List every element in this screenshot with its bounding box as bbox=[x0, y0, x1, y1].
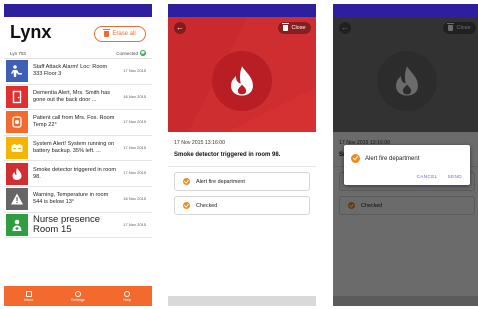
nurse-presence-icon bbox=[6, 213, 28, 236]
trash-icon bbox=[103, 29, 111, 37]
confirm-dialog: Alert fire department CANCEL SEND bbox=[344, 145, 470, 185]
alert-text: Patient call from Mrs. Fox. Room Temp 22… bbox=[33, 115, 115, 129]
erase-all-button[interactable]: Erase all bbox=[94, 26, 146, 42]
action-label: Alert fire department bbox=[196, 178, 245, 185]
alert-text: Nurse presence Room 15 bbox=[33, 215, 101, 235]
alert-message: Smoke detector triggered in room 98. bbox=[174, 152, 281, 158]
battery-icon bbox=[6, 137, 28, 160]
alert-item[interactable]: System Alert! System running on battery … bbox=[4, 136, 152, 162]
cancel-button[interactable]: CANCEL bbox=[417, 174, 438, 179]
check-circle-icon bbox=[183, 178, 190, 185]
fire-icon bbox=[6, 162, 28, 185]
app-header: Lynx Erase all bbox=[4, 17, 152, 49]
alert-text: System Alert! System running on battery … bbox=[33, 141, 115, 155]
system-nav-bar bbox=[168, 296, 316, 306]
alert-fire-department-button[interactable]: Alert fire department bbox=[174, 172, 310, 191]
back-arrow-icon: ← bbox=[176, 23, 184, 32]
nav-settings-label: Settings bbox=[71, 297, 85, 302]
warning-icon bbox=[6, 188, 28, 211]
alert-item[interactable]: Nurse presence Room 15 17 Nov 2015 bbox=[4, 213, 152, 239]
settings-icon bbox=[74, 290, 81, 297]
nav-inbox[interactable]: Inbox bbox=[9, 290, 49, 302]
connection-status: Connected bbox=[116, 50, 146, 56]
alert-item[interactable]: Smoke detector triggered in room 98. 17 … bbox=[4, 161, 152, 187]
checked-button[interactable]: Checked bbox=[174, 196, 310, 215]
status-bar bbox=[333, 4, 478, 17]
connected-check-icon bbox=[140, 50, 146, 56]
alert-item[interactable]: Patient call from Mrs. Fox. Room Temp 22… bbox=[4, 110, 152, 136]
alert-date: 17 Nov 2015 bbox=[123, 68, 146, 73]
alert-date: 17 Nov 2015 bbox=[123, 170, 146, 176]
alert-date: 16 Nov 2015 bbox=[123, 93, 146, 99]
inbox-icon bbox=[25, 290, 32, 297]
alert-text: Staff Attack Alarm! Loc: Room 333 Floor … bbox=[33, 64, 108, 78]
alert-list: Staff Attack Alarm! Loc: Room 333 Floor … bbox=[4, 59, 152, 239]
divider bbox=[168, 166, 316, 167]
alert-text: Warning, Temperature in room 544 is belo… bbox=[33, 192, 109, 206]
alert-date: 17 Nov 2015 bbox=[123, 144, 146, 150]
action-label: Checked bbox=[196, 202, 218, 209]
nav-help-label: Help bbox=[123, 297, 132, 302]
alert-hero: ← Close bbox=[168, 17, 316, 132]
help-icon bbox=[124, 290, 131, 297]
nav-settings[interactable]: Settings bbox=[58, 290, 98, 302]
inbox-screen: Lynx Erase all Lyn 703 Connected Staff A… bbox=[4, 4, 152, 306]
door-exit-icon bbox=[6, 85, 28, 108]
alert-detail-screen: ← Close 17 Nov 2015 13:16:00 Smoke detec… bbox=[168, 4, 316, 306]
dialog-message-row: Alert fire department bbox=[351, 154, 419, 163]
check-circle-icon bbox=[183, 202, 190, 209]
alert-date: 17 Nov 2015 bbox=[123, 221, 146, 227]
device-id: Lyn 703 bbox=[10, 51, 26, 56]
patient-call-icon bbox=[6, 111, 28, 134]
close-label: Close bbox=[291, 25, 306, 31]
alert-item[interactable]: Dementia Alert, Mrs. Smith has gone out … bbox=[4, 85, 152, 111]
confirm-dialog-screen: ← Close 17 Nov 2015 13:16:00 Smoke detec… bbox=[333, 4, 478, 306]
status-bar bbox=[4, 4, 152, 17]
close-button[interactable]: Close bbox=[278, 22, 311, 34]
person-attack-icon bbox=[6, 60, 28, 83]
nav-inbox-label: Inbox bbox=[24, 297, 34, 302]
alert-item[interactable]: Staff Attack Alarm! Loc: Room 333 Floor … bbox=[4, 59, 152, 85]
dialog-message: Alert fire department bbox=[365, 155, 420, 162]
erase-all-label: Erase all bbox=[112, 31, 136, 37]
nav-help[interactable]: Help bbox=[107, 290, 147, 302]
trash-icon bbox=[282, 23, 290, 31]
app-title: Lynx bbox=[10, 22, 52, 42]
connection-label: Connected bbox=[116, 50, 138, 56]
fire-icon bbox=[212, 51, 272, 111]
alert-date: 17 Nov 2015 bbox=[123, 119, 146, 125]
status-bar bbox=[168, 4, 316, 17]
alert-timestamp: 17 Nov 2015 13:16:00 bbox=[174, 140, 226, 146]
alert-item[interactable]: Warning, Temperature in room 544 is belo… bbox=[4, 187, 152, 213]
check-circle-icon bbox=[351, 154, 360, 163]
alert-text: Smoke detector triggered in room 98. bbox=[33, 166, 117, 180]
send-button[interactable]: SEND bbox=[448, 174, 462, 179]
back-button[interactable]: ← bbox=[174, 22, 186, 34]
dialog-actions: CANCEL SEND bbox=[417, 174, 462, 179]
bottom-navigation: Inbox Settings Help bbox=[4, 286, 152, 306]
alert-date: 16 Nov 2015 bbox=[123, 195, 146, 201]
connection-bar: Lyn 703 Connected bbox=[4, 49, 152, 59]
alert-text: Dementia Alert, Mrs. Smith has gone out … bbox=[33, 89, 111, 103]
